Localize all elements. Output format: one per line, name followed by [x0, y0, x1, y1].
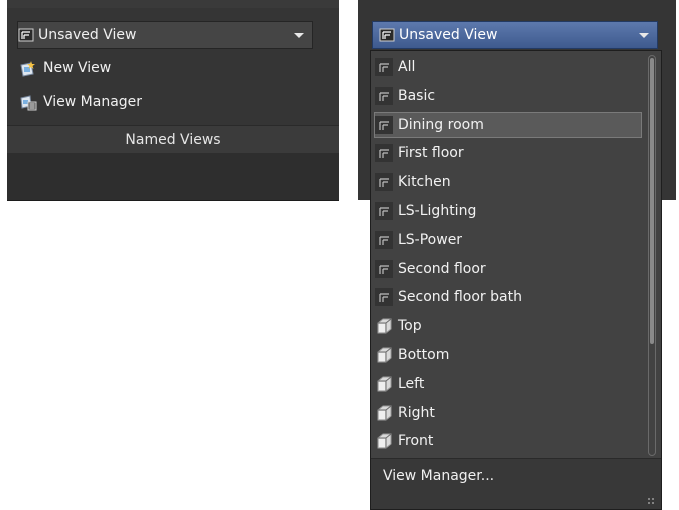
- named-view-icon: [375, 173, 393, 192]
- named-view-icon: [375, 144, 393, 163]
- list-item-label: Second floor bath: [398, 289, 522, 306]
- list-item-label: LS-Lighting: [398, 203, 477, 219]
- list-item-label: Front: [398, 433, 434, 450]
- list-item-label: Basic: [398, 87, 436, 104]
- named-views-panel: Unsaved View New View View Manager Named…: [7, 0, 339, 201]
- resize-grip-icon[interactable]: [647, 497, 655, 505]
- list-item-dining-room[interactable]: Dining room: [374, 111, 642, 138]
- named-view-icon: [375, 230, 393, 249]
- view-dropdown-value: Unsaved View: [38, 27, 137, 43]
- list-item-kitchen[interactable]: Kitchen: [375, 169, 641, 195]
- chevron-down-icon: [639, 33, 649, 38]
- list-item-label: Left: [398, 375, 425, 392]
- view-list-dropdown: All Basic Dining room First floor Kitchen LS-…: [370, 50, 662, 510]
- view-manager-footer[interactable]: View Manager...: [371, 459, 661, 509]
- view-dropdown-value: Unsaved View: [399, 27, 498, 43]
- cube-view-icon: [375, 346, 393, 364]
- panel-title-label: Named Views: [125, 131, 221, 148]
- list-item-label: First floor: [398, 145, 464, 162]
- list-item-label: Dining room: [398, 116, 484, 133]
- named-view-icon: [375, 115, 393, 134]
- view-manager-icon: [19, 94, 37, 111]
- view-dropdown-expanded[interactable]: Unsaved View: [372, 21, 658, 49]
- cube-view-icon: [375, 404, 393, 422]
- list-item-label: Second floor: [398, 260, 486, 277]
- new-view-label: New View: [43, 60, 112, 76]
- list-item-bottom[interactable]: Bottom: [375, 342, 641, 368]
- panel-title: Named Views: [7, 125, 339, 154]
- view-dropdown[interactable]: Unsaved View: [17, 21, 313, 49]
- list-item-label: Kitchen: [398, 174, 451, 191]
- list-item-label: Bottom: [398, 347, 450, 363]
- list-item-label: Top: [398, 318, 422, 335]
- list-item-label: LS-Power: [398, 231, 463, 248]
- ribbon-top-strip: [7, 0, 339, 8]
- chevron-down-icon: [294, 33, 304, 38]
- list-item-front[interactable]: Front: [375, 428, 641, 454]
- list-item-second-floor-bath[interactable]: Second floor bath: [375, 284, 641, 310]
- list-item-second-floor[interactable]: Second floor: [375, 256, 641, 282]
- named-view-icon: [18, 27, 34, 43]
- view-manager-button[interactable]: View Manager: [19, 94, 143, 111]
- cube-view-icon: [375, 375, 393, 393]
- view-manager-label: View Manager: [43, 94, 143, 110]
- new-view-icon: [19, 60, 35, 77]
- scrollbar-thumb[interactable]: [650, 58, 654, 344]
- list-item-right[interactable]: Right: [375, 400, 641, 426]
- named-view-icon: [375, 86, 393, 105]
- list-item-left[interactable]: Left: [375, 371, 641, 397]
- list-item-top[interactable]: Top: [375, 313, 641, 339]
- cube-view-icon: [375, 317, 393, 335]
- cube-view-icon: [375, 432, 393, 450]
- named-view-icon: [375, 259, 393, 278]
- list-item-all[interactable]: All: [375, 54, 641, 80]
- list-item-ls-lighting[interactable]: LS-Lighting: [375, 198, 641, 224]
- scrollbar[interactable]: [648, 55, 656, 456]
- list-item-label: Right: [398, 404, 435, 421]
- view-manager-link[interactable]: View Manager...: [383, 468, 494, 484]
- named-view-icon: [375, 58, 393, 76]
- new-view-button[interactable]: New View: [19, 60, 112, 77]
- list-item-basic[interactable]: Basic: [375, 83, 641, 109]
- named-view-icon: [379, 27, 395, 43]
- named-view-icon: [375, 202, 393, 220]
- list-item-first-floor[interactable]: First floor: [375, 140, 641, 166]
- named-view-icon: [375, 288, 393, 307]
- list-item-ls-power[interactable]: LS-Power: [375, 227, 641, 253]
- list-item-label: All: [398, 59, 416, 75]
- ribbon-bottom-strip: [7, 153, 339, 200]
